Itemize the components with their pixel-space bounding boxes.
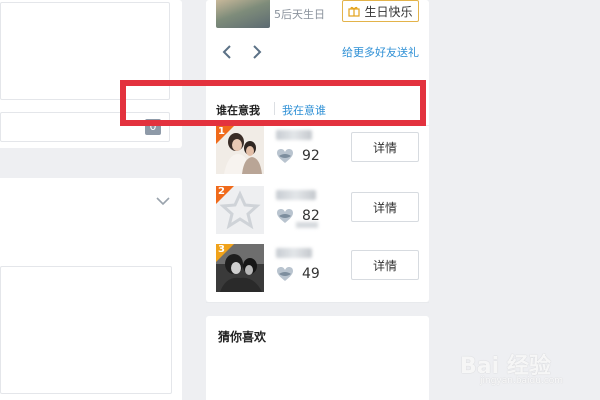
tab-who-cares-me[interactable]: 谁在意我 bbox=[216, 102, 260, 118]
friend-name-blurred bbox=[276, 248, 312, 258]
panel-divider bbox=[206, 302, 429, 303]
ranking-row: 3 49 详情 bbox=[206, 244, 429, 296]
care-heart-icon bbox=[277, 149, 293, 163]
detail-button[interactable]: 详情 bbox=[351, 132, 419, 162]
more-gift-link[interactable]: 给更多好友送礼 bbox=[342, 44, 419, 60]
feed-card bbox=[0, 178, 182, 400]
baidu-watermark: Bai 经验 jingyan.baidu.com bbox=[460, 340, 590, 390]
care-heart-icon bbox=[277, 267, 293, 281]
rank-number: 1 bbox=[218, 126, 225, 137]
care-score: 92 bbox=[302, 148, 320, 164]
avatar[interactable]: 2 bbox=[216, 186, 264, 234]
detail-button[interactable]: 详情 bbox=[351, 250, 419, 280]
avatar[interactable]: 3 bbox=[216, 244, 264, 292]
feed-content-box bbox=[0, 266, 172, 394]
rank-number: 3 bbox=[218, 244, 225, 255]
compose-textarea[interactable] bbox=[0, 2, 170, 100]
watermark-url: jingyan.baidu.com bbox=[480, 376, 564, 386]
ranking-row: 2 82 详情 bbox=[206, 186, 429, 238]
care-tabs: 谁在意我 我在意谁 bbox=[206, 88, 429, 126]
recommend-panel: 猜你喜欢 bbox=[206, 316, 429, 400]
birthday-text: 5后天生日 bbox=[274, 8, 325, 21]
tab-who-i-care[interactable]: 我在意谁 bbox=[282, 102, 326, 118]
score-blur bbox=[296, 222, 318, 228]
tab-divider bbox=[274, 102, 275, 115]
compose-card: 0 bbox=[0, 0, 182, 148]
avatar[interactable]: 1 bbox=[216, 126, 264, 174]
compose-input-row[interactable]: 0 bbox=[0, 112, 170, 142]
chevron-right-icon[interactable] bbox=[250, 44, 264, 60]
birthday-friend-photo[interactable] bbox=[216, 0, 270, 28]
friend-name-blurred bbox=[276, 130, 312, 140]
birthday-wish-label: 生日快乐 bbox=[364, 4, 413, 19]
recommend-title: 猜你喜欢 bbox=[218, 330, 267, 344]
detail-button[interactable]: 详情 bbox=[351, 192, 419, 222]
birthday-wish-button[interactable]: 生日快乐 bbox=[342, 0, 419, 22]
chevron-down-icon[interactable] bbox=[154, 192, 172, 210]
care-heart-icon bbox=[277, 209, 293, 223]
ranking-row: 1 92 详情 bbox=[206, 126, 429, 178]
gift-icon bbox=[348, 6, 361, 17]
friend-name-blurred bbox=[276, 190, 316, 200]
care-panel: 5后天生日 生日快乐 给更多好友送礼 谁在意我 我在意谁 1 92 详情 2 8… bbox=[206, 0, 429, 302]
count-badge: 0 bbox=[145, 119, 161, 135]
care-score: 49 bbox=[302, 266, 320, 282]
rank-number: 2 bbox=[218, 186, 225, 197]
chevron-left-icon[interactable] bbox=[220, 44, 234, 60]
